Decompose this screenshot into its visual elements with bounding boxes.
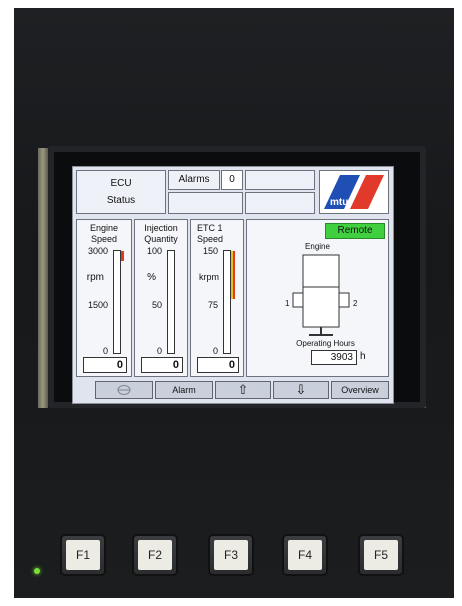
- injection-quantity-unit: %: [147, 272, 156, 283]
- etc1-speed-title1: ETC 1: [197, 223, 223, 233]
- injection-quantity-title2: Quantity: [144, 234, 178, 244]
- power-led-icon: [34, 568, 40, 574]
- injection-quantity-bar: [167, 250, 175, 354]
- header-empty-cell-3: [245, 192, 315, 214]
- etc1-speed-bar: [223, 250, 235, 354]
- down-arrow-button[interactable]: ⇩: [273, 381, 329, 399]
- etc1-speed-unit: krpm: [199, 272, 219, 282]
- injection-quantity-scale-top: 100: [146, 246, 162, 256]
- engine-speed-unit: rpm: [86, 272, 104, 283]
- injection-quantity-scale-bottom: 0: [156, 346, 162, 356]
- engine-speed-scale-mid: 1500: [87, 300, 108, 310]
- engine-label: Engine: [305, 242, 330, 251]
- f4-key-label: F4: [288, 540, 322, 570]
- etc1-speed-alarm-zone: [233, 251, 235, 299]
- injection-quantity-value: 0: [141, 357, 183, 373]
- etc1-speed-gauge: ETC 1 Speed 150 krpm 75 0 0: [190, 219, 244, 377]
- injection-quantity-title1: Injection: [144, 223, 178, 233]
- ecu-status-line2: Status: [106, 195, 136, 206]
- engine-speed-bar: [113, 250, 124, 354]
- engine-schematic-icon: [292, 254, 350, 336]
- f5-key[interactable]: F5: [360, 536, 402, 574]
- remote-button[interactable]: Remote: [325, 223, 385, 239]
- alarms-label: Alarms: [168, 170, 220, 190]
- etc1-speed-value: 0: [197, 357, 239, 373]
- engine-speed-scale-bottom: 0: [102, 346, 108, 356]
- engine-speed-alarm-zone: [121, 251, 124, 261]
- etc1-speed-scale-top: 150: [202, 246, 218, 256]
- f3-key[interactable]: F3: [210, 536, 252, 574]
- ecu-status-line1: ECU: [110, 178, 132, 189]
- bezel-left-reflection: [38, 148, 48, 408]
- mtu-logo-icon: mtu: [324, 175, 384, 209]
- alarm-button[interactable]: Alarm: [155, 381, 213, 399]
- engine-panel: Remote Engine 1 2 Operating Hours 3903 h: [246, 219, 389, 377]
- overview-button[interactable]: Overview: [331, 381, 389, 399]
- header-empty-cell-1: [245, 170, 315, 190]
- mtu-logo-text: mtu: [330, 197, 348, 208]
- etc1-speed-title2: Speed: [197, 234, 224, 244]
- f5-key-label: F5: [364, 540, 398, 570]
- engine-speed-value: 0: [83, 357, 127, 373]
- engine-speed-gauge: Engine Speed 3000 rpm 1500 0 0: [76, 219, 132, 377]
- up-arrow-button[interactable]: ⇧: [215, 381, 271, 399]
- header-empty-cell-2: [168, 192, 243, 214]
- engine-speed-title1: Engine: [89, 223, 119, 233]
- injection-quantity-gauge: Injection Quantity 100 % 50 0 0: [134, 219, 188, 377]
- softkey-blank-icon: [117, 385, 131, 395]
- operating-hours-value: 3903: [311, 350, 357, 365]
- engine-speed-title2: Speed: [90, 234, 118, 244]
- etc1-speed-scale-mid: 75: [207, 300, 218, 310]
- operating-hours-label: Operating Hours: [296, 339, 355, 348]
- f1-key-label: F1: [66, 540, 100, 570]
- softkey-1-button[interactable]: [95, 381, 153, 399]
- injection-quantity-scale-mid: 50: [151, 300, 162, 310]
- f1-key[interactable]: F1: [62, 536, 104, 574]
- alarms-count: 0: [221, 170, 243, 190]
- f3-key-label: F3: [214, 540, 248, 570]
- bank-left-label: 1: [285, 299, 290, 308]
- etc1-speed-scale-bottom: 0: [212, 346, 218, 356]
- f2-key[interactable]: F2: [134, 536, 176, 574]
- f2-key-label: F2: [138, 540, 172, 570]
- ecu-status-button[interactable]: ECU Status: [76, 170, 166, 214]
- f4-key[interactable]: F4: [284, 536, 326, 574]
- display-screen: ECU Status Alarms 0 mtu Engine Speed 300…: [72, 166, 394, 404]
- bank-right-label: 2: [353, 299, 358, 308]
- mtu-logo: mtu: [319, 170, 389, 214]
- hmi-panel-photo: ECU Status Alarms 0 mtu Engine Speed 300…: [14, 8, 454, 598]
- operating-hours-unit: h: [360, 351, 366, 362]
- engine-speed-scale-top: 3000: [87, 246, 108, 256]
